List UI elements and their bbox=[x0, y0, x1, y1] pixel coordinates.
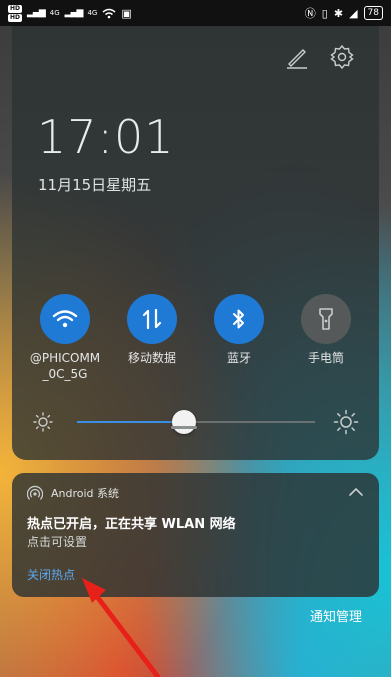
hd-badge: HD bbox=[8, 13, 23, 22]
hd-badge: HD bbox=[8, 4, 23, 13]
battery-indicator: 78 bbox=[363, 6, 383, 20]
notification-subtitle: 点击可设置 bbox=[27, 535, 88, 549]
toggle-bluetooth[interactable]: 蓝牙 bbox=[199, 294, 279, 366]
brightness-slider-fill bbox=[77, 421, 185, 423]
notification-manage-button[interactable]: 通知管理 bbox=[310, 606, 362, 625]
status-bar: HD HD ▂▄▆ 4G ▂▄▆ 4G ▣ Ⓝ ▯ ✱ ◢ 78 bbox=[0, 0, 391, 26]
chevron-up-icon[interactable] bbox=[347, 485, 365, 499]
brightness-low-icon bbox=[33, 412, 53, 432]
toggle-wifi-button[interactable] bbox=[40, 294, 90, 344]
toggle-wifi[interactable]: @PHICOMM _0C_5G bbox=[25, 294, 105, 382]
wifi-icon bbox=[52, 310, 78, 328]
notification-icon: ▣ bbox=[121, 6, 132, 20]
drag-handle[interactable] bbox=[171, 426, 197, 429]
notification-card[interactable]: Android 系统 热点已开启，正在共享 WLAN 网络 点击可设置 关闭热点 bbox=[12, 473, 379, 597]
brightness-slider[interactable] bbox=[77, 410, 315, 434]
toggle-wifi-label: @PHICOMM _0C_5G bbox=[29, 351, 101, 381]
settings-icon[interactable] bbox=[329, 44, 355, 70]
notification-app-name: Android 系统 bbox=[51, 487, 120, 500]
brightness-slider-thumb[interactable] bbox=[172, 410, 197, 434]
edit-icon[interactable] bbox=[284, 44, 310, 70]
quick-settings-panel: 17:01 11月15日星期五 @PHICOMM _0C_5G 移动数据 蓝牙 … bbox=[12, 26, 379, 460]
network-type: 4G bbox=[87, 9, 98, 17]
signal-icon: ▂▄▆ bbox=[64, 8, 84, 18]
brightness-high-icon bbox=[333, 409, 359, 435]
vibrate-icon: ▯ bbox=[321, 6, 328, 20]
toggle-mobile-data-button[interactable] bbox=[127, 294, 177, 344]
brightness-control bbox=[12, 408, 379, 438]
signal-icon: ◢ bbox=[349, 6, 358, 20]
toggle-bluetooth-label: 蓝牙 bbox=[226, 351, 251, 365]
nfc-icon: Ⓝ bbox=[304, 7, 316, 20]
bluetooth-icon: ✱ bbox=[333, 6, 344, 20]
date-label[interactable]: 11月15日星期五 bbox=[38, 174, 151, 195]
turn-off-hotspot-button[interactable]: 关闭热点 bbox=[27, 566, 75, 583]
hotspot-icon bbox=[27, 485, 43, 500]
notification-header: Android 系统 bbox=[27, 485, 119, 501]
toggle-bluetooth-button[interactable] bbox=[214, 294, 264, 344]
notification-title: 热点已开启，正在共享 WLAN 网络 bbox=[27, 517, 236, 532]
flashlight-icon bbox=[319, 308, 333, 330]
toggle-flashlight-label: 手电筒 bbox=[307, 351, 344, 365]
wifi-icon bbox=[102, 8, 116, 18]
mobile-data-icon bbox=[142, 308, 162, 330]
bluetooth-icon bbox=[233, 309, 244, 329]
network-type: 4G bbox=[49, 9, 60, 17]
clock-time[interactable]: 17:01 bbox=[37, 110, 175, 164]
toggle-flashlight[interactable]: 手电筒 bbox=[286, 294, 366, 366]
toggle-mobile-data[interactable]: 移动数据 bbox=[112, 294, 192, 366]
toggle-mobile-data-label: 移动数据 bbox=[127, 351, 176, 365]
toggle-flashlight-button[interactable] bbox=[301, 294, 351, 344]
signal-icon: ▂▄▆ bbox=[27, 8, 46, 18]
quick-toggles: @PHICOMM _0C_5G 移动数据 蓝牙 手电筒 bbox=[12, 294, 379, 384]
